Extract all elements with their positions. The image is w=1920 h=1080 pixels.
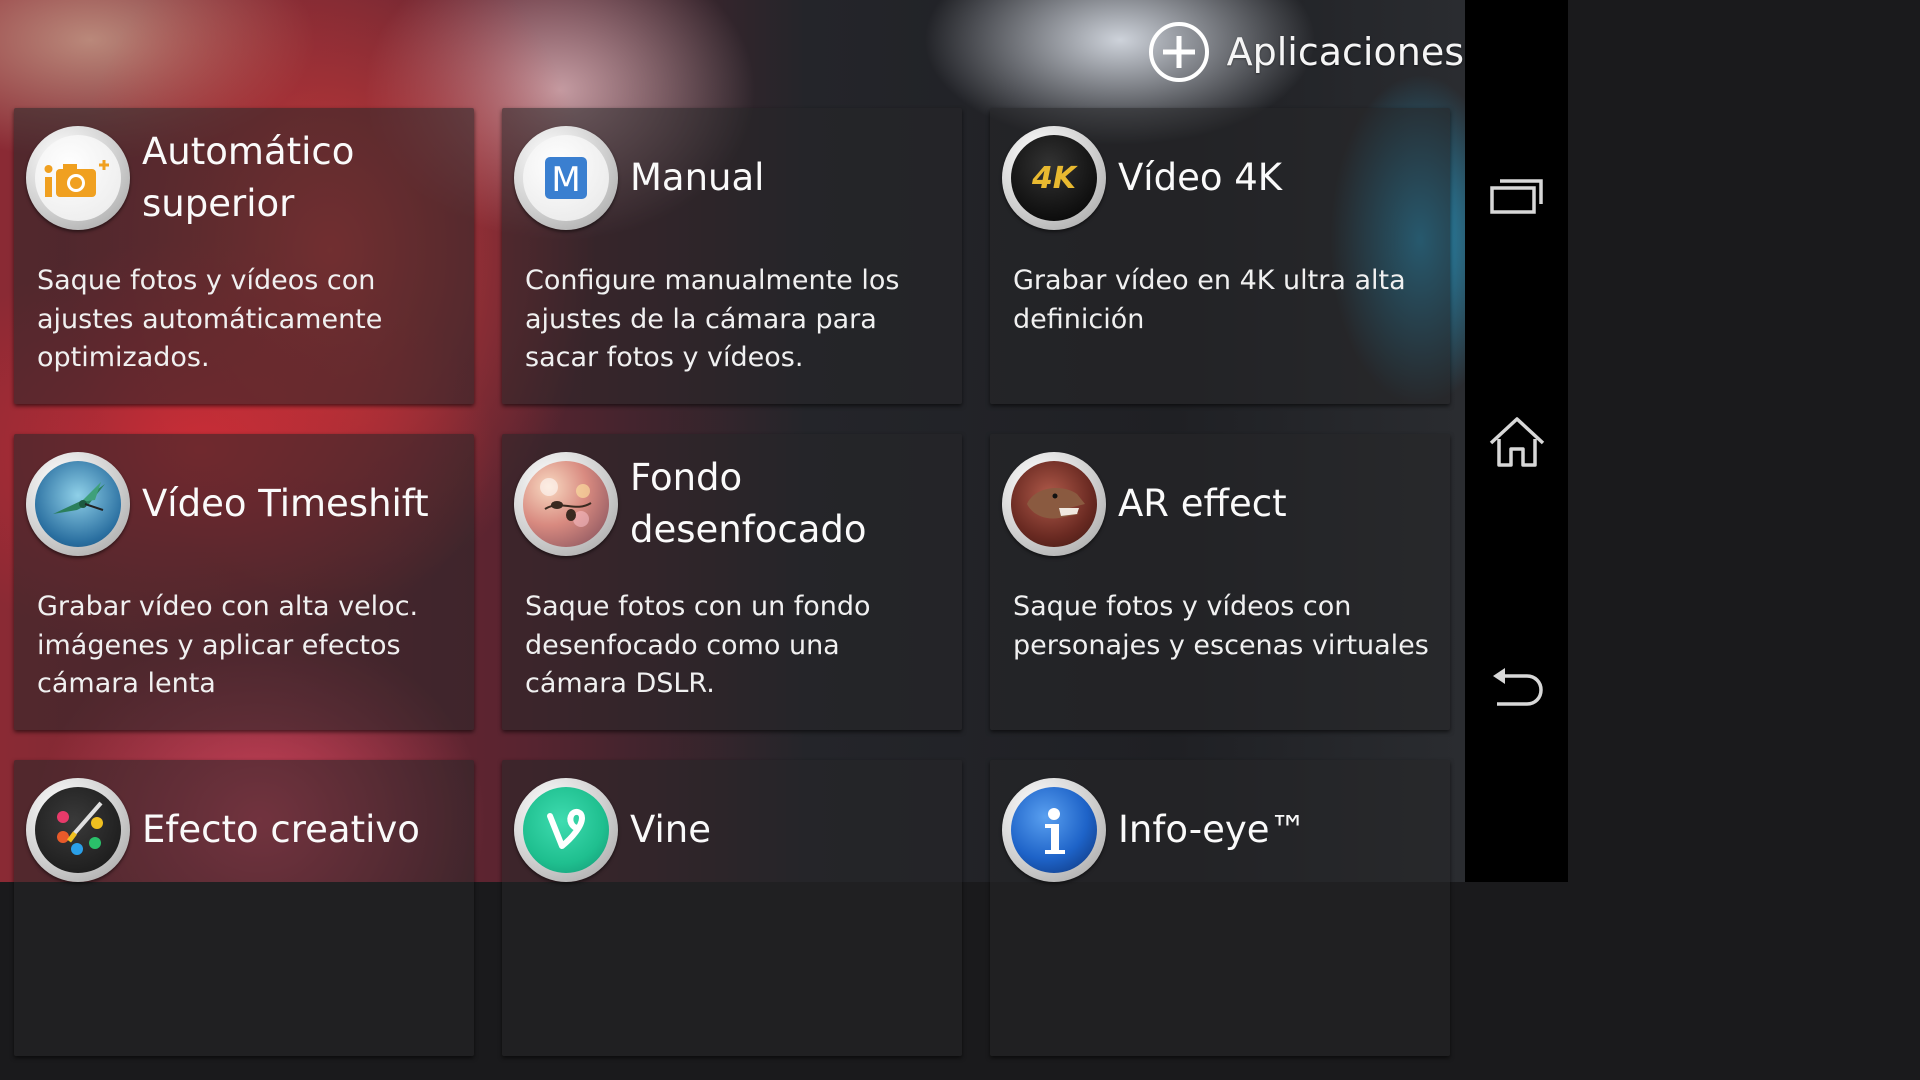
vine-logo-icon: [514, 778, 618, 882]
svg-text:M: M: [551, 160, 580, 200]
card-title: Efecto creativo: [142, 808, 420, 851]
card-vine[interactable]: Vine: [502, 760, 962, 1056]
card-info-eye[interactable]: Info-eye™: [990, 760, 1450, 1056]
home-icon: [1489, 417, 1544, 467]
card-title: Vídeo Timeshift: [142, 482, 429, 525]
4k-video-icon: 4K: [1002, 126, 1106, 230]
recent-apps-button[interactable]: [1465, 136, 1568, 256]
manual-m-icon: M: [514, 126, 618, 230]
4k-badge: 4K: [1031, 160, 1077, 196]
applications-label: Aplicaciones: [1226, 30, 1464, 74]
card-4k-video[interactable]: 4K Vídeo 4K Grabar vídeo en 4K ultra alt…: [990, 108, 1450, 404]
plus-circle-icon: [1148, 22, 1209, 82]
card-background-defocus[interactable]: Fondo desenfocado Saque fotos con un fon…: [502, 434, 962, 730]
card-timeshift-video[interactable]: Vídeo Timeshift Grabar vídeo con alta ve…: [14, 434, 474, 730]
back-icon: [1492, 668, 1543, 706]
card-description: Grabar vídeo en 4K ultra alta definición: [1013, 265, 1406, 335]
hummingbird-icon: [26, 452, 130, 556]
card-title: Info-eye™: [1118, 808, 1307, 851]
paint-palette-icon: [26, 778, 130, 882]
card-description: Configure manualmente los ajustes de la …: [525, 265, 900, 373]
card-description: Grabar vídeo con alta veloc. imágenes y …: [37, 591, 419, 699]
card-title: Manual: [630, 156, 765, 199]
card-title: Vine: [630, 808, 711, 851]
superior-auto-icon: [26, 126, 130, 230]
navigation-bar: [1465, 0, 1568, 882]
card-manual[interactable]: M Manual Configure manualmente los ajust…: [502, 108, 962, 404]
card-title: Automático superior: [142, 130, 355, 225]
card-ar-effect[interactable]: AR effect Saque fotos y vídeos con perso…: [990, 434, 1450, 730]
card-creative-effect[interactable]: Efecto creativo: [14, 760, 474, 1056]
recent-apps-icon: [1489, 179, 1543, 214]
card-description: Saque fotos con un fondo desenfocado com…: [525, 591, 871, 699]
info-icon: [1002, 778, 1106, 882]
background-defocus-icon: [514, 452, 618, 556]
add-applications-button[interactable]: Aplicaciones: [1148, 16, 1464, 88]
back-button[interactable]: [1465, 626, 1568, 746]
home-button[interactable]: [1465, 382, 1568, 502]
card-title: Fondo desenfocado: [630, 456, 867, 551]
dinosaur-icon: [1002, 452, 1106, 556]
card-title: Vídeo 4K: [1118, 156, 1283, 199]
card-superior-auto[interactable]: Automático superior Saque fotos y vídeos…: [14, 108, 474, 404]
card-title: AR effect: [1118, 482, 1287, 525]
card-description: Saque fotos y vídeos con ajustes automát…: [37, 265, 383, 373]
card-description: Saque fotos y vídeos con personajes y es…: [1013, 591, 1429, 661]
